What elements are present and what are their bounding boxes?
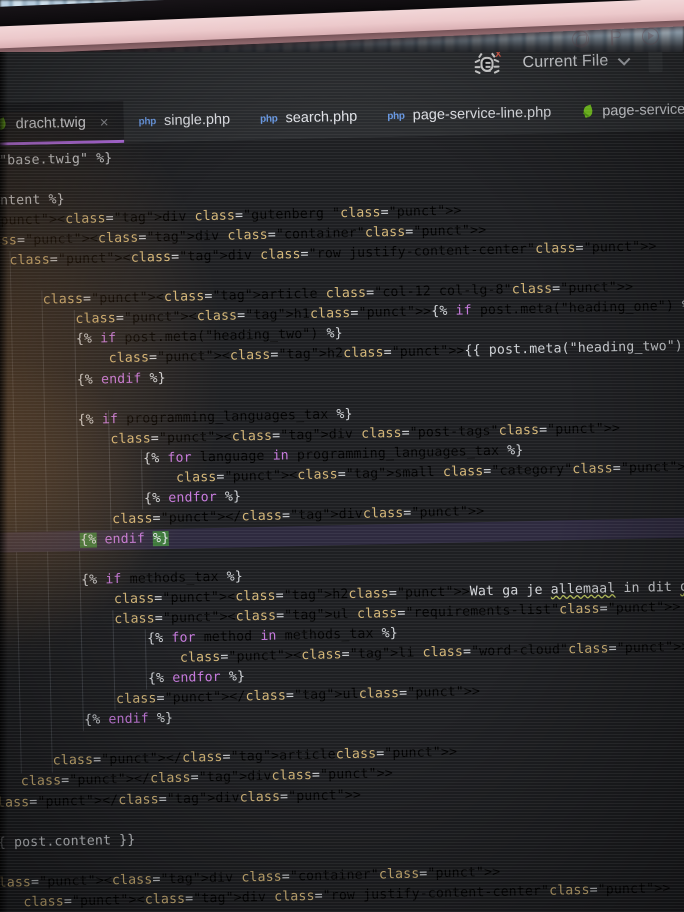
ide-screen: x Current File dracht.twig × php single.php… (0, 52, 684, 912)
editor-tab-1[interactable]: php single.php (123, 98, 245, 143)
php-file-icon: php (387, 110, 405, 122)
editor-tab-label: search.php (285, 108, 358, 127)
debug-bug-icon[interactable]: x (474, 52, 501, 77)
flag-icon (607, 28, 625, 46)
editor-tab-4[interactable]: page-service-line. (566, 88, 684, 134)
editor-tab-3[interactable]: php page-service-line.php (372, 91, 567, 137)
editor-tab-label: single.php (163, 111, 231, 129)
editor-tab-label: dracht.twig (15, 114, 86, 133)
editor-tab-label: page-service-line.php (412, 104, 552, 124)
laptop-screen-photo: x Current File dracht.twig × php single.php… (0, 0, 684, 912)
code-content[interactable]: xtends "base.twig" %}lock content %}clas… (0, 130, 684, 912)
close-icon[interactable]: × (100, 114, 109, 131)
toolbar-right-placeholder (648, 52, 663, 73)
play-circle-icon (641, 26, 660, 45)
php-file-icon: php (138, 115, 157, 128)
run-configuration-selector[interactable]: Current File (522, 52, 631, 72)
editor-tab-label: page-service-line. (602, 100, 684, 120)
bezel-reflected-icons (571, 21, 684, 52)
twig-file-icon (581, 104, 594, 119)
editor-tab-0[interactable]: dracht.twig × (0, 100, 125, 146)
chevron-down-icon (617, 52, 631, 66)
twig-file-icon (0, 117, 8, 132)
debug-error-badge: x (495, 52, 502, 60)
loop-icon (571, 29, 590, 48)
code-editor[interactable]: xtends "base.twig" %}lock content %}clas… (0, 130, 684, 912)
php-file-icon: php (259, 112, 278, 125)
editor-tab-2[interactable]: php search.php (245, 95, 373, 140)
run-configuration-label: Current File (522, 52, 609, 72)
